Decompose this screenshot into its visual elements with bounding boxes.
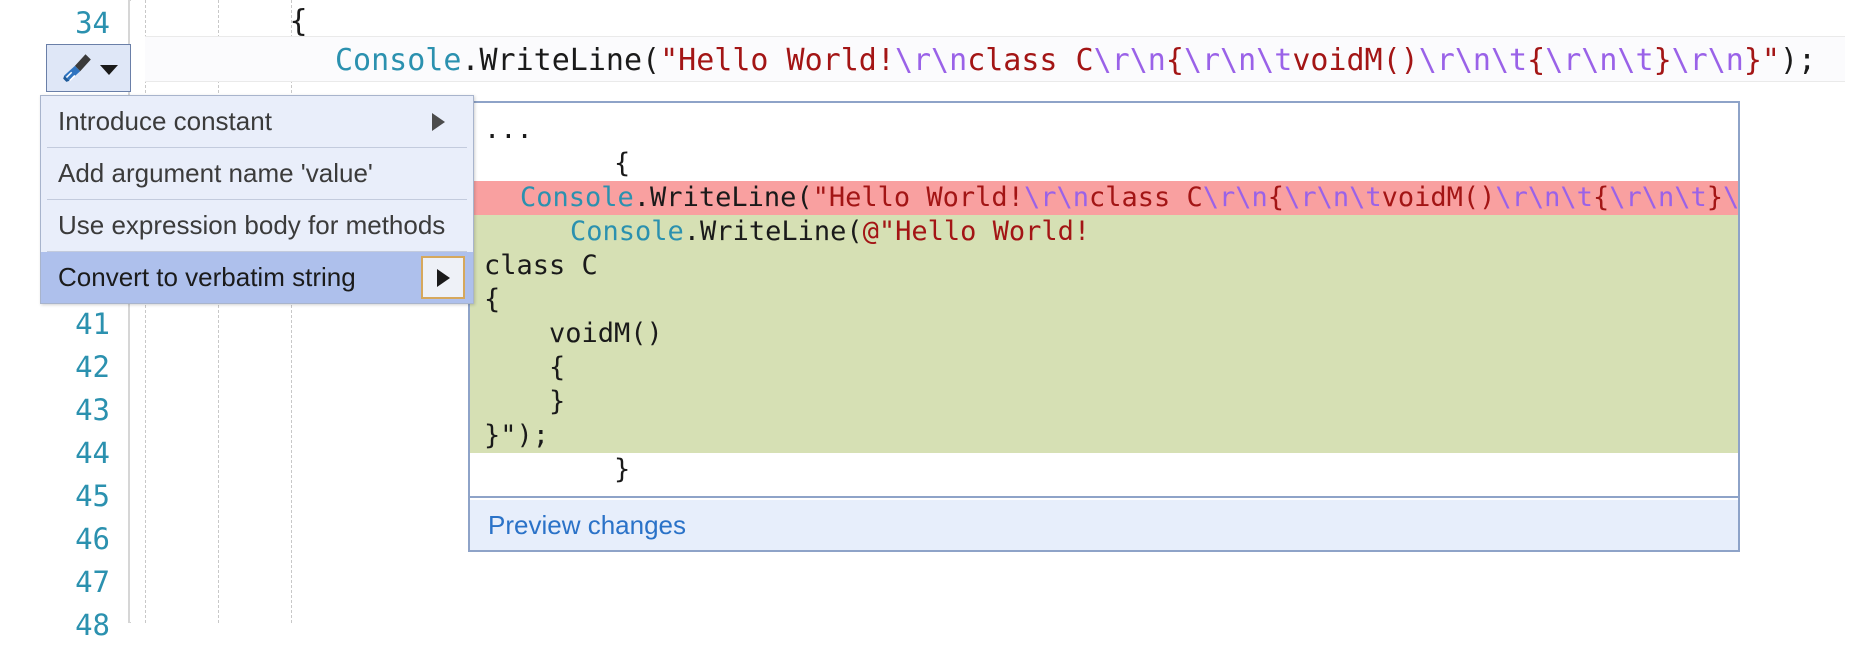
menu-item-convert-to-verbatim-string[interactable]: Convert to verbatim string	[41, 252, 473, 303]
preview-line-added: }	[470, 385, 1738, 419]
indent-guide	[218, 0, 219, 623]
token-string: "Hello World!	[660, 43, 895, 78]
preview-line-added: {	[470, 283, 1738, 317]
menu-item-add-argument-name[interactable]: Add argument name 'value'	[41, 148, 473, 199]
token-string: }	[1706, 182, 1724, 213]
line-number: 48	[75, 608, 110, 642]
chevron-right-icon	[436, 268, 450, 287]
token-string: voidM()	[1292, 43, 1419, 78]
line-number: 43	[75, 393, 110, 427]
token-string: voidM()	[1381, 182, 1496, 213]
preview-line-added: }");	[470, 419, 1738, 453]
token-member: .WriteLine(	[461, 43, 661, 78]
preview-diff-view: ... { Console.WriteLine("Hello World!\r\…	[470, 103, 1738, 498]
chevron-right-icon	[432, 112, 445, 131]
token-escape: \r\n\t	[1418, 43, 1528, 78]
line-number: 41	[75, 307, 110, 341]
editor-line-34: {	[145, 4, 308, 39]
token-escape: \r\n\t	[1495, 182, 1593, 213]
menu-item-label: Convert to verbatim string	[58, 262, 356, 292]
preview-line-context: {	[484, 148, 631, 179]
token-escape: \r\n\t	[1284, 182, 1382, 213]
token-string: class C	[1088, 182, 1203, 213]
line-number: 47	[75, 565, 110, 599]
token-string: @"Hello World!	[862, 216, 1091, 247]
preview-line-context: ...	[470, 487, 1738, 496]
token-escape: \r\n	[1093, 43, 1166, 78]
line-number: 45	[75, 479, 110, 513]
quick-actions-context-menu[interactable]: Introduce constant Add argument name 'va…	[40, 95, 474, 304]
token-string: "Hello World!	[812, 182, 1024, 213]
token-escape: \r\n	[1671, 43, 1744, 78]
preview-footer: Preview changes	[470, 500, 1738, 550]
menu-item-label: Add argument name 'value'	[58, 158, 373, 188]
quick-actions-button[interactable]	[46, 44, 131, 92]
token-escape: \r\n\t	[1545, 43, 1654, 78]
token-escape: \r\n\t	[1183, 43, 1293, 78]
token-escape: \r\n	[894, 43, 968, 78]
preview-line-added: class C	[470, 249, 1738, 283]
preview-line-added: Console.WriteLine(@"Hello World!	[470, 215, 1738, 249]
editor-line-35: Console.WriteLine("Hello World!\r\nclass…	[335, 41, 1816, 80]
token-punct: );	[1780, 43, 1817, 78]
preview-line-added: voidM()	[470, 317, 1738, 351]
token-string: {	[1267, 182, 1285, 213]
menu-item-use-expression-body[interactable]: Use expression body for methods	[41, 200, 473, 251]
token-string: }	[1653, 43, 1672, 78]
indent-guide	[145, 0, 146, 623]
token-member: .WriteLine(	[683, 216, 863, 247]
quick-action-preview-popup: ... { Console.WriteLine("Hello World!\r\…	[468, 101, 1740, 552]
preview-changes-link[interactable]: Preview changes	[488, 510, 686, 541]
token-string: {	[1527, 43, 1546, 78]
token-escape: \r\n	[1723, 182, 1738, 213]
gutter-separator	[128, 0, 130, 623]
token-escape: \r\n	[1202, 182, 1268, 213]
menu-item-introduce-constant[interactable]: Introduce constant	[41, 96, 473, 147]
preview-line-deleted: Console.WriteLine("Hello World!\r\nclass…	[470, 181, 1738, 215]
indent-guide	[291, 0, 292, 623]
preview-line-context: }	[484, 454, 631, 485]
screenshot-root: 34 35 36 37 38 39 40 41 42 43 44 45 46 4…	[0, 0, 1849, 642]
token-string: {	[1592, 182, 1610, 213]
chevron-down-icon	[99, 65, 118, 75]
menu-item-label: Use expression body for methods	[58, 210, 446, 240]
token-string: }"	[1743, 43, 1780, 78]
token-member: .WriteLine(	[633, 182, 813, 213]
screwdriver-icon	[62, 54, 91, 82]
preview-line-added: {	[470, 351, 1738, 385]
line-number: 42	[75, 350, 110, 384]
submenu-expand-button[interactable]	[421, 256, 465, 299]
line-number: 34	[75, 6, 110, 40]
token-type: Console	[570, 216, 684, 247]
token-escape: \r\n\t	[1609, 182, 1707, 213]
token-type: Console	[520, 182, 634, 213]
line-number: 44	[75, 436, 110, 470]
editor-gutter: 34 35 36 37 38 39 40 41 42 43 44 45 46 4…	[0, 0, 128, 642]
line-number: 46	[75, 522, 110, 556]
token-escape: \r\n	[1023, 182, 1089, 213]
token-type: Console	[335, 43, 462, 78]
preview-line-context: ...	[484, 114, 533, 145]
menu-item-label: Introduce constant	[58, 106, 272, 136]
token-string: class C	[967, 43, 1094, 78]
token-string: {	[1165, 43, 1184, 78]
